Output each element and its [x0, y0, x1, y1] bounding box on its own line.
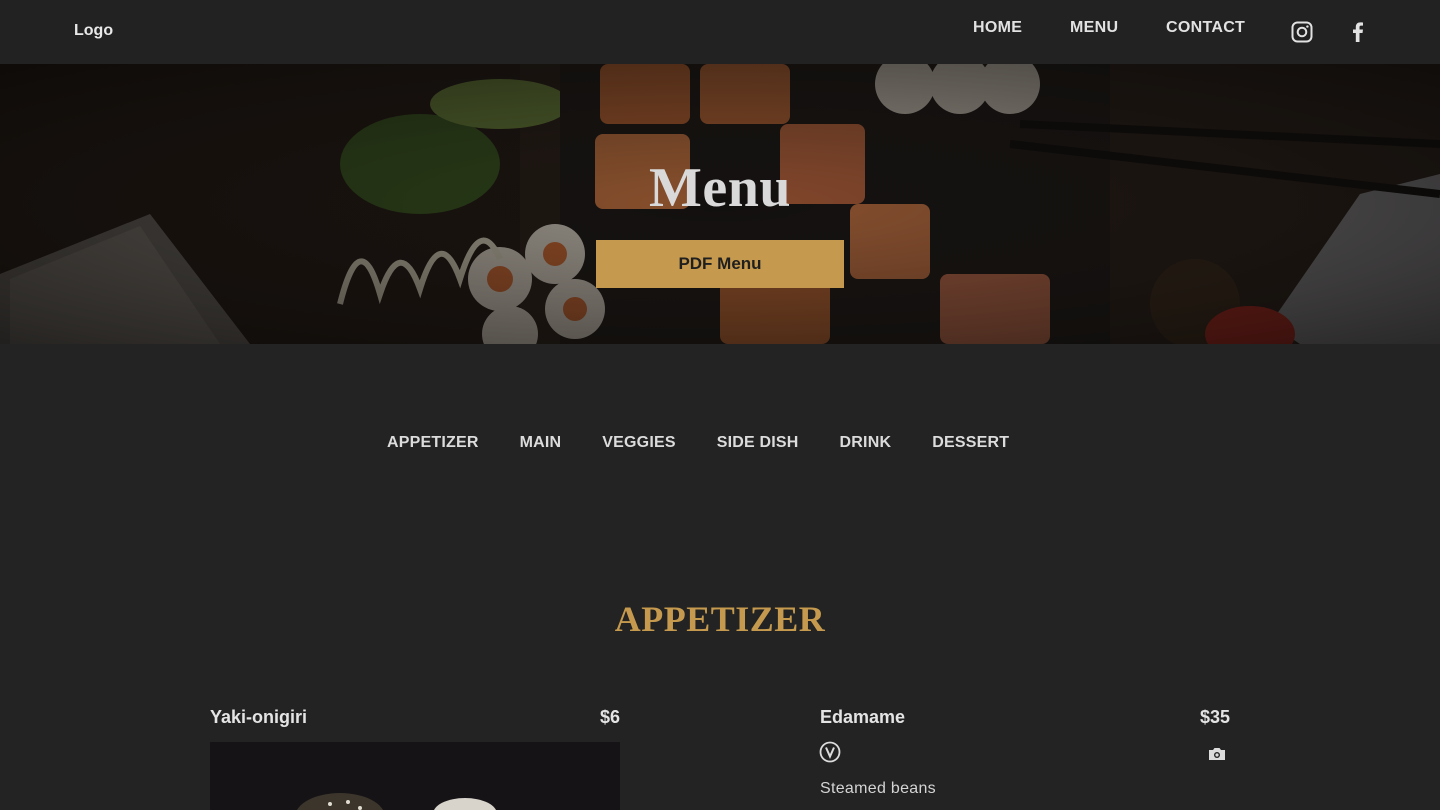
pdf-menu-button[interactable]: PDF Menu [596, 240, 844, 288]
category-dessert[interactable]: DESSERT [932, 434, 1009, 452]
hero-title: Menu [649, 157, 791, 219]
menu-item-price: $6 [599, 707, 620, 727]
menu-item-name: Edamame [820, 707, 906, 727]
logo[interactable]: Logo [74, 22, 113, 40]
menu-item-description: Steamed beans [820, 780, 936, 797]
section-title: APPETIZER [614, 599, 826, 639]
facebook-icon[interactable] [1346, 20, 1370, 44]
hero-banner: Menu PDF Menu [0, 64, 1440, 344]
category-appetizer[interactable]: APPETIZER [387, 434, 479, 452]
category-main[interactable]: MAIN [520, 434, 562, 452]
vegan-icon [819, 741, 841, 763]
category-drink[interactable]: DRINK [840, 434, 892, 452]
menu-item-price: $35 [1199, 707, 1230, 727]
camera-icon[interactable] [1208, 746, 1226, 762]
nav-home[interactable]: HOME [973, 19, 1022, 37]
nav-menu[interactable]: MENU [1070, 19, 1118, 37]
site-header: Logo HOME MENU CONTACT [0, 0, 1440, 64]
instagram-icon[interactable] [1290, 20, 1314, 44]
category-nav: APPETIZER MAIN VEGGIES SIDE DISH DRINK D… [387, 434, 1050, 452]
menu-item-name: Yaki-onigiri [210, 707, 308, 727]
nav-contact[interactable]: CONTACT [1166, 19, 1245, 37]
category-veggies[interactable]: VEGGIES [602, 434, 675, 452]
category-side-dish[interactable]: SIDE DISH [717, 434, 799, 452]
menu-item-photo[interactable] [210, 742, 620, 810]
